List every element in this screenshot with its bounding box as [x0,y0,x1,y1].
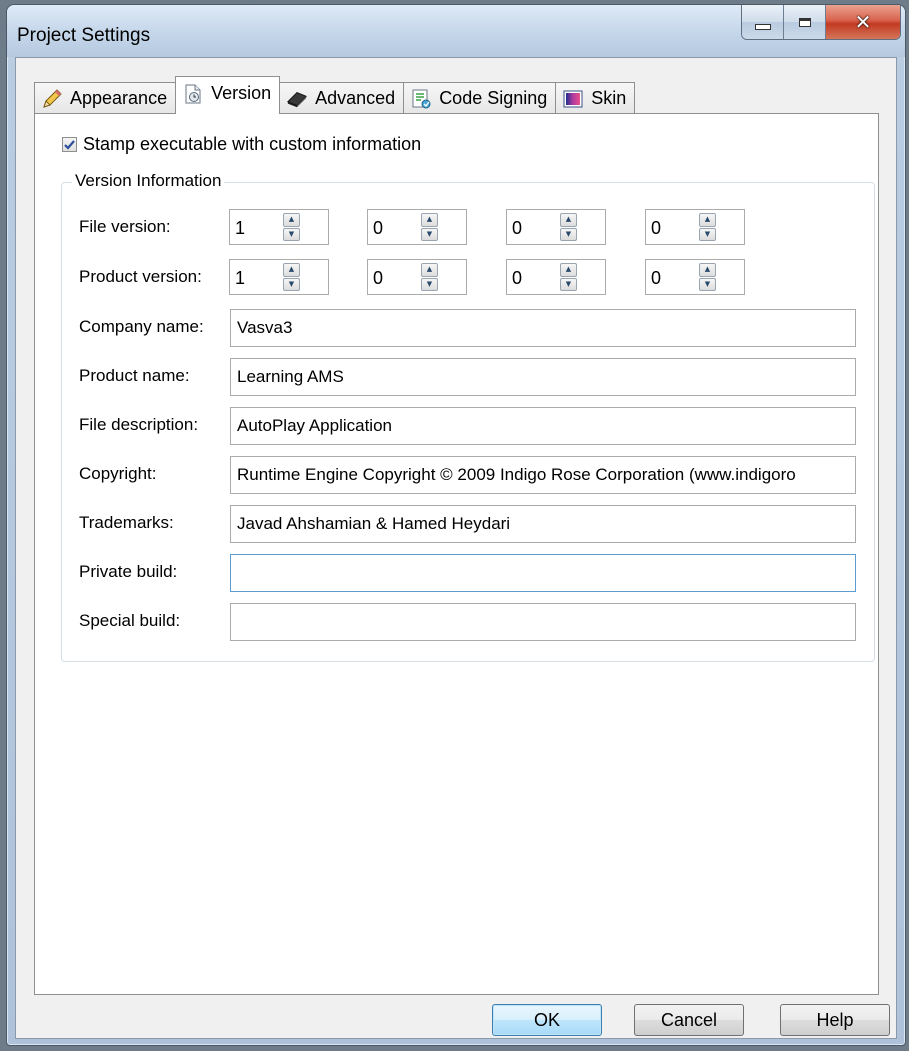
maximize-button[interactable] [784,5,826,39]
file-version-label: File version: [79,217,171,236]
tab-advanced[interactable]: Advanced [279,82,405,114]
special-build-label: Special build: [79,611,181,630]
product-version-minor-value: 0 [373,268,384,288]
file-version-build-stepper[interactable]: 0 ▲ ▼ [506,209,606,245]
close-icon: ✕ [854,10,872,34]
spin-up-icon[interactable]: ▲ [283,263,300,277]
window-title: Project Settings [17,25,151,46]
title-bar[interactable]: Project Settings ✕ [7,5,905,57]
spin-up-icon[interactable]: ▲ [560,263,577,277]
file-version-minor-stepper[interactable]: 0 ▲ ▼ [367,209,467,245]
file-description-field[interactable]: AutoPlay Application [230,407,856,445]
project-settings-window: Project Settings ✕ Appearance Version Ad… [6,4,906,1046]
skin-icon [562,88,584,110]
spin-down-icon[interactable]: ▼ [560,227,577,241]
tab-strip: Appearance Version Advanced Code Signing [34,76,636,114]
tab-code-signing-label: Code Signing [439,88,548,108]
product-name-label: Product name: [79,366,190,385]
version-information-legend: Version Information [72,171,225,191]
trademarks-field[interactable]: Javad Ahshamian & Hamed Heydari [230,505,856,543]
maximize-icon [798,17,811,27]
tab-skin[interactable]: Skin [555,82,636,114]
tab-version[interactable]: Version [175,76,281,114]
spin-down-icon[interactable]: ▼ [283,277,300,291]
product-version-revision-value: 0 [651,268,662,288]
product-version-major-stepper[interactable]: 1 ▲ ▼ [229,259,329,295]
spin-up-icon[interactable]: ▲ [421,213,438,227]
code-signing-icon [410,88,432,110]
file-version-major-value: 1 [235,218,246,238]
file-version-major-stepper[interactable]: 1 ▲ ▼ [229,209,329,245]
pencil-icon [41,88,63,110]
company-name-field[interactable]: Vasva3 [230,309,856,347]
file-version-build-value: 0 [512,218,523,238]
file-version-revision-stepper[interactable]: 0 ▲ ▼ [645,209,745,245]
private-build-field[interactable] [230,554,856,592]
stamp-checkbox[interactable] [62,137,77,152]
stamp-checkbox-label: Stamp executable with custom information [83,134,422,154]
spin-up-icon[interactable]: ▲ [560,213,577,227]
tab-code-signing[interactable]: Code Signing [403,82,557,114]
spin-up-icon[interactable]: ▲ [699,213,716,227]
help-button[interactable]: Help [780,1004,890,1036]
tab-skin-label: Skin [591,88,627,108]
tab-advanced-label: Advanced [315,88,396,108]
product-version-build-stepper[interactable]: 0 ▲ ▼ [506,259,606,295]
copyright-field[interactable]: Runtime Engine Copyright © 2009 Indigo R… [230,456,856,494]
product-name-field[interactable]: Learning AMS [230,358,856,396]
version-information-group: Version Information File version: 1 ▲ ▼ 0… [61,171,875,662]
dialog-client: Appearance Version Advanced Code Signing [15,57,897,1039]
special-build-field[interactable] [230,603,856,641]
product-version-major-value: 1 [235,268,246,288]
spin-down-icon[interactable]: ▼ [560,277,577,291]
private-build-label: Private build: [79,562,178,581]
company-name-label: Company name: [79,317,204,336]
copyright-label: Copyright: [79,464,157,483]
tab-appearance-label: Appearance [70,88,168,108]
file-description-label: File description: [79,415,199,434]
spin-up-icon[interactable]: ▲ [421,263,438,277]
tab-version-label: Version [211,83,272,103]
spin-down-icon[interactable]: ▼ [283,227,300,241]
checkmark-icon [64,140,75,150]
file-version-revision-value: 0 [651,218,662,238]
tab-appearance[interactable]: Appearance [34,82,177,114]
spin-up-icon[interactable]: ▲ [699,263,716,277]
ok-button[interactable]: OK [492,1004,602,1036]
product-version-minor-stepper[interactable]: 0 ▲ ▼ [367,259,467,295]
spin-down-icon[interactable]: ▼ [421,277,438,291]
spin-down-icon[interactable]: ▼ [699,277,716,291]
spin-down-icon[interactable]: ▼ [421,227,438,241]
product-version-revision-stepper[interactable]: 0 ▲ ▼ [645,259,745,295]
file-version-minor-value: 0 [373,218,384,238]
stamp-checkbox-row[interactable]: Stamp executable with custom information [62,134,421,155]
cancel-button[interactable]: Cancel [634,1004,744,1036]
version-tab-panel: Stamp executable with custom information… [34,113,879,995]
minimize-button[interactable] [742,5,784,39]
caption-buttons: ✕ [741,5,901,40]
version-document-icon [182,83,204,105]
spin-up-icon[interactable]: ▲ [283,213,300,227]
product-version-build-value: 0 [512,268,523,288]
trademarks-label: Trademarks: [79,513,174,532]
advanced-chip-icon [286,88,308,110]
spin-down-icon[interactable]: ▼ [699,227,716,241]
minimize-icon [754,24,771,30]
product-version-label: Product version: [79,267,202,286]
close-button[interactable]: ✕ [826,5,900,39]
